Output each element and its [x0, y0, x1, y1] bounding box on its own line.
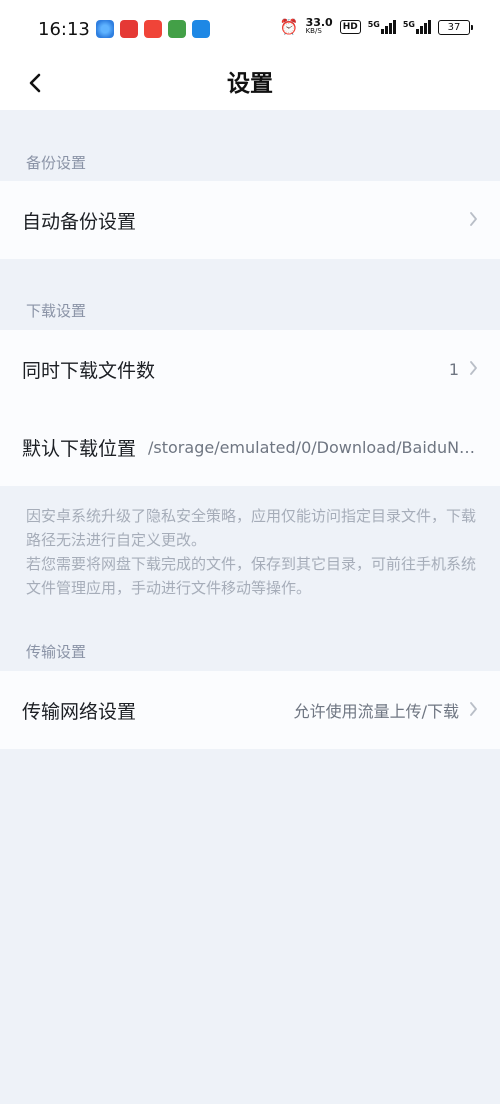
- status-time: 16:13: [38, 19, 90, 40]
- transfer-network-settings-row[interactable]: 传输网络设置 允许使用流量上传/下载: [0, 671, 500, 749]
- app-notification-icon: [120, 20, 138, 38]
- chevron-right-icon: [469, 700, 478, 720]
- section-label-download: 下载设置: [26, 302, 87, 320]
- download-path-value: /storage/emulated/0/Download/BaiduNetdis…: [148, 437, 478, 457]
- default-download-location-row: 默认下载位置 /storage/emulated/0/Download/Baid…: [0, 408, 500, 486]
- status-bar: 16:13 ⏰ 33.0 KB/S HD 5G 5G 37: [0, 0, 500, 60]
- network-speed: 33.0 KB/S: [305, 16, 333, 35]
- row-title: 同时下载文件数: [22, 359, 156, 382]
- backup-settings-card: 自动备份设置: [0, 181, 500, 259]
- app-notification-icon: [96, 20, 114, 38]
- chevron-right-icon: [469, 359, 478, 379]
- signal-icon: 5G: [403, 20, 431, 34]
- app-notification-icon: [144, 20, 162, 38]
- note-line: 若您需要将网盘下载完成的文件，保存到其它目录，可前往手机系统文件管理应用，手动进…: [26, 555, 477, 597]
- row-title: 默认下载位置: [22, 437, 137, 460]
- battery-icon: 37: [438, 19, 473, 35]
- app-notification-icon: [192, 20, 210, 38]
- section-label-backup: 备份设置: [26, 154, 87, 172]
- alarm-icon: ⏰: [279, 18, 299, 36]
- row-title: 传输网络设置: [22, 700, 137, 723]
- app-notification-icon: [168, 20, 186, 38]
- section-label-transfer: 传输设置: [26, 643, 87, 661]
- signal-icon: 5G: [368, 20, 396, 34]
- row-title: 自动备份设置: [22, 210, 137, 233]
- notification-icons: [96, 20, 210, 38]
- chevron-right-icon: [469, 210, 478, 230]
- download-path-note: 因安卓系统升级了隐私安全策略，应用仅能访问指定目录文件，下载路径无法进行自定义更…: [26, 504, 476, 600]
- auto-backup-settings-row[interactable]: 自动备份设置: [0, 181, 500, 259]
- page-title: 设置: [227, 71, 273, 97]
- status-indicators: ⏰ 33.0 KB/S HD 5G 5G 37: [279, 16, 473, 36]
- note-line: 因安卓系统升级了隐私安全策略，应用仅能访问指定目录文件，下载路径无法进行自定义更…: [26, 507, 477, 549]
- transfer-settings-card: 传输网络设置 允许使用流量上传/下载: [0, 671, 500, 749]
- transfer-network-value: 允许使用流量上传/下载: [293, 702, 459, 721]
- concurrent-downloads-row[interactable]: 同时下载文件数 1: [0, 330, 500, 408]
- concurrent-downloads-value: 1: [448, 359, 459, 379]
- nav-header: 设置: [0, 60, 500, 110]
- download-settings-card: 同时下载文件数 1 默认下载位置 /storage/emulated/0/Dow…: [0, 330, 500, 486]
- hd-badge: HD: [339, 20, 361, 34]
